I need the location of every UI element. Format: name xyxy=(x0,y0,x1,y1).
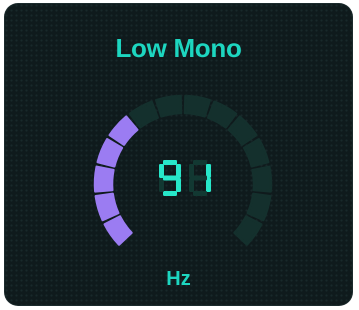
knob-segment-inactive xyxy=(207,100,238,129)
digit-segment xyxy=(206,178,211,192)
value-digit xyxy=(159,160,181,196)
knob-segment-active xyxy=(108,115,139,146)
digit-segment xyxy=(163,160,177,165)
digit-segment xyxy=(159,178,164,192)
knob-segment-active xyxy=(94,192,120,222)
digit-segment xyxy=(189,164,194,178)
value-display xyxy=(159,160,211,196)
digit-segment xyxy=(193,160,207,165)
knob-segment-inactive xyxy=(183,94,211,118)
value-digit xyxy=(189,160,211,196)
unit-label: Hz xyxy=(166,268,191,290)
knob-segment-inactive xyxy=(128,100,159,129)
digit-segment xyxy=(163,175,177,181)
knob-segment-inactive xyxy=(242,138,270,168)
digit-segment xyxy=(176,178,181,192)
knob-segment-active xyxy=(103,215,133,246)
knob-segment-inactive xyxy=(233,215,263,246)
control-title: Low Mono xyxy=(115,33,242,63)
knob-segment-inactive xyxy=(155,94,183,118)
knob-segment-active xyxy=(96,138,124,168)
knob-segment-inactive xyxy=(227,115,258,146)
digit-segment xyxy=(206,164,211,178)
digit-segment xyxy=(189,178,194,192)
digit-segment xyxy=(163,191,177,196)
digit-segment xyxy=(159,164,164,178)
knob-segment-inactive xyxy=(246,192,272,222)
digit-segment xyxy=(193,191,207,196)
knob-segment-inactive xyxy=(251,165,273,193)
knob-segment-active xyxy=(93,165,115,193)
digit-segment xyxy=(176,164,181,178)
low-mono-panel: Low Mono Hz xyxy=(4,3,353,306)
digit-segment xyxy=(193,175,207,181)
